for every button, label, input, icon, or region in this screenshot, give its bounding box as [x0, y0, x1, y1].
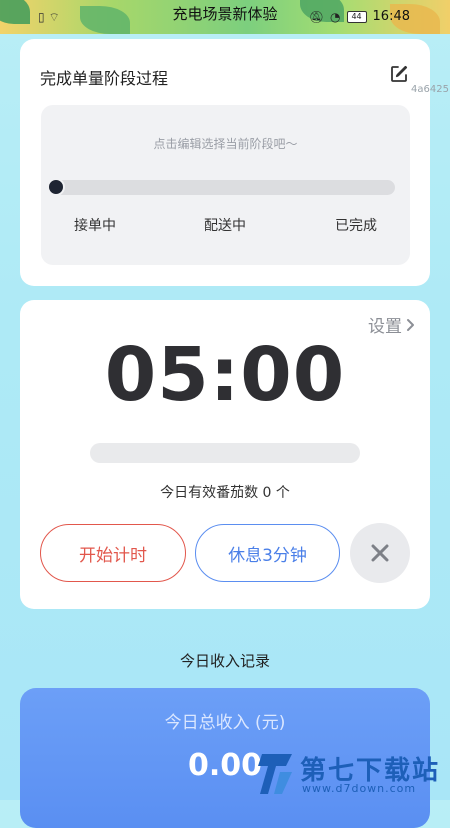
speed-icon: ◔ — [330, 9, 341, 24]
income-total-label: 今日总收入 (元) — [164, 713, 286, 733]
site-url: www.d7down.com — [302, 782, 417, 795]
timer-card: 设置 05:00 今日有效番茄数 0 个 开始计时 休息3分钟 — [20, 300, 430, 609]
start-timer-button[interactable]: 开始计时 — [40, 524, 186, 582]
stage-label-completed[interactable]: 已完成 — [335, 215, 377, 235]
stage-track[interactable] — [54, 180, 395, 195]
stage-card-title: 完成单量阶段过程 — [40, 69, 169, 88]
status-time: 16:48 — [372, 9, 410, 24]
stage-card: 完成单量阶段过程 点击编辑选择当前阶段吧～ 接单中 配送中 已完成 — [20, 39, 430, 286]
tomato-count-text: 今日有效番茄数 0 个 — [160, 485, 290, 501]
stage-handle[interactable] — [47, 178, 65, 196]
mute-bell-icon: 🔕︎ — [308, 9, 325, 24]
rest-button[interactable]: 休息3分钟 — [195, 524, 340, 582]
chevron-right-icon — [407, 318, 414, 331]
income-section-title: 今日收入记录 — [179, 652, 270, 670]
stage-label-accepting[interactable]: 接单中 — [74, 215, 116, 235]
timer-progress-bar — [90, 443, 360, 463]
stage-label-delivering[interactable]: 配送中 — [204, 215, 246, 235]
close-icon — [371, 544, 389, 562]
status-bar: ▯ ⌔ 充电场景新体验 🔕︎ ◔ 44 16:48 — [0, 0, 450, 34]
stage-hint: 点击编辑选择当前阶段吧～ — [153, 137, 298, 151]
site-watermark-logo: 第七下载站 www.d7down.com — [256, 748, 446, 800]
stage-selector[interactable]: 点击编辑选择当前阶段吧～ 接单中 配送中 已完成 — [41, 105, 410, 265]
corner-watermark-code: 4a6425 — [411, 84, 449, 95]
site-logo-icon — [258, 754, 292, 794]
status-right-icons: 🔕︎ ◔ 44 16:48 — [309, 9, 410, 24]
timer-display: 05:00 — [104, 332, 346, 418]
close-button[interactable] — [350, 523, 410, 583]
battery-icon: 44 — [346, 10, 367, 23]
edit-icon[interactable] — [390, 65, 408, 83]
